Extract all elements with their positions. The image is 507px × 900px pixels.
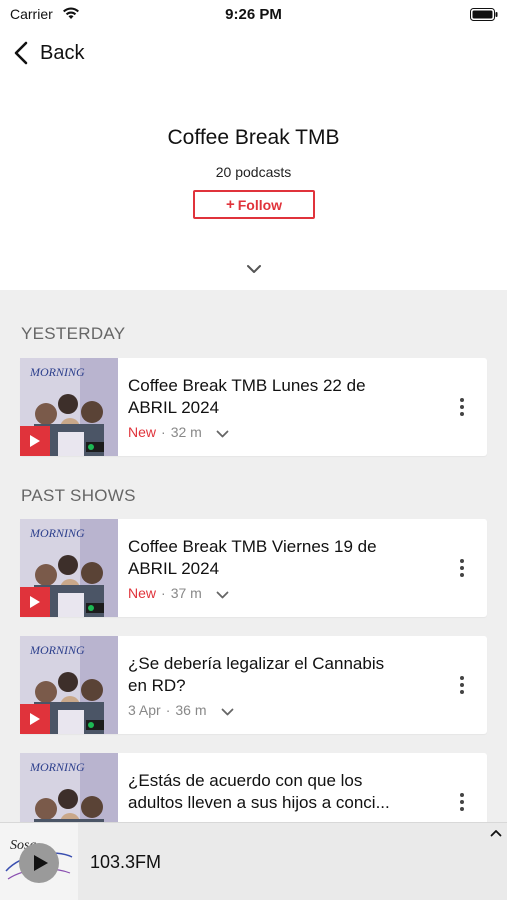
episode-meta: 3 Apr · 36 m	[128, 702, 234, 718]
status-bar: Carrier 9:26 PM	[0, 0, 507, 28]
play-badge[interactable]	[20, 587, 50, 617]
chevron-down-icon[interactable]	[246, 264, 262, 274]
artwork-caption: MORNING	[29, 526, 85, 540]
episode-duration: 37 m	[170, 585, 202, 601]
episode-card[interactable]: MORNING ¿Estás de acuerdo con que los ad…	[20, 753, 487, 822]
meta-separator: ·	[161, 424, 166, 440]
episode-title-line: ¿Se debería legalizar el Cannabis	[128, 654, 385, 673]
episode-title-line: Coffee Break TMB Lunes 22 de	[128, 376, 366, 395]
episode-title-line: Coffee Break TMB Viernes 19 de	[128, 537, 377, 556]
episode-title-line: ABRIL 2024	[128, 398, 220, 417]
episode-duration: 36 m	[175, 702, 207, 718]
chevron-left-icon	[14, 41, 28, 65]
play-icon	[30, 596, 40, 608]
episode-title-line: en RD?	[128, 676, 186, 695]
section-header-yesterday: YESTERDAY	[21, 324, 126, 343]
episode-meta: New · 37 m	[128, 585, 229, 601]
back-button[interactable]: Back	[14, 38, 84, 68]
episode-artwork[interactable]: MORNING	[20, 519, 118, 617]
artwork-caption: MORNING	[29, 760, 85, 774]
show-header: Coffee Break TMB 20 podcasts + Follow	[0, 78, 507, 290]
back-label: Back	[40, 41, 85, 64]
episode-card[interactable]: MORNING Coffee Break TMB Viernes 19 de A…	[20, 519, 487, 617]
play-icon	[30, 435, 40, 447]
episode-date: 3 Apr	[128, 702, 161, 718]
episode-title: Coffee Break TMB Lunes 22 de ABRIL 2024	[128, 375, 448, 419]
play-badge[interactable]	[20, 426, 50, 456]
more-options-icon[interactable]	[457, 674, 467, 696]
episode-title: Coffee Break TMB Viernes 19 de ABRIL 202…	[128, 536, 448, 580]
chevron-down-icon[interactable]	[216, 430, 229, 438]
more-options-icon[interactable]	[457, 557, 467, 579]
episode-title-line: ¿Estás de acuerdo con que los	[128, 771, 363, 790]
play-icon	[30, 713, 40, 725]
artwork-caption: MORNING	[29, 365, 85, 379]
episode-artwork[interactable]: MORNING	[20, 358, 118, 456]
play-icon	[33, 855, 48, 871]
chevron-up-icon[interactable]	[490, 829, 502, 837]
play-badge[interactable]	[20, 704, 50, 734]
new-badge: New	[128, 424, 157, 440]
podcast-count: 20 podcasts	[215, 164, 292, 180]
battery-icon	[470, 8, 498, 21]
station-artwork[interactable]: Sosa	[0, 823, 78, 900]
artwork-caption: MORNING	[29, 643, 85, 657]
more-options-icon[interactable]	[457, 791, 467, 813]
episode-title-line: ABRIL 2024	[128, 559, 220, 578]
episode-card[interactable]: MORNING ¿Se debería legalizar el Cannabi…	[20, 636, 487, 734]
episode-card[interactable]: MORNING Coffee Break TMB Lunes 22 de ABR…	[20, 358, 487, 456]
chevron-down-icon[interactable]	[216, 591, 229, 599]
episode-artwork[interactable]: MORNING	[20, 753, 118, 822]
chevron-down-icon[interactable]	[221, 708, 234, 716]
episode-title: ¿Estás de acuerdo con que los adultos ll…	[128, 770, 448, 814]
meta-separator: ·	[161, 585, 166, 601]
mini-player[interactable]: Sosa 103.3FM	[0, 822, 507, 900]
meta-separator: ·	[165, 702, 171, 718]
more-options-icon[interactable]	[457, 396, 467, 418]
episode-title: ¿Se debería legalizar el Cannabis en RD?	[128, 653, 448, 697]
episode-meta: New · 32 m	[128, 424, 229, 440]
follow-label: Follow	[237, 196, 283, 213]
episode-feed[interactable]: YESTERDAY MORNING Coffee Break TMB Lunes…	[0, 290, 507, 822]
show-title: Coffee Break TMB	[167, 126, 340, 149]
new-badge: New	[128, 585, 157, 601]
section-header-past-shows: PAST SHOWS	[21, 486, 136, 505]
follow-button[interactable]: + Follow	[193, 190, 315, 219]
play-button[interactable]	[19, 843, 59, 883]
episode-title-line: adultos lleven a sus hijos a conci...	[128, 793, 390, 812]
episode-duration: 32 m	[170, 424, 202, 440]
plus-icon: +	[225, 196, 235, 213]
artwork-image: MORNING	[20, 753, 118, 822]
nav-bar: Back	[0, 28, 507, 78]
status-time: 9:26 PM	[225, 6, 282, 23]
station-name: 103.3FM	[90, 852, 162, 872]
episode-artwork[interactable]: MORNING	[20, 636, 118, 734]
